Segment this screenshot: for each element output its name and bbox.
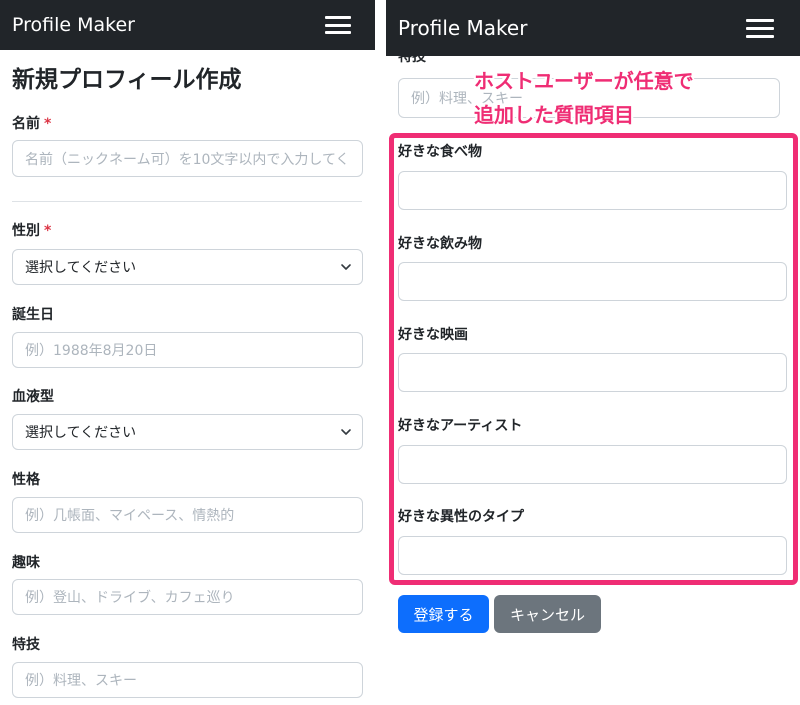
brand-link[interactable]: Profile Maker [12, 14, 135, 36]
name-input[interactable]: 名前（ニックネーム可）を10文字以内で入力してく [12, 140, 363, 177]
blood-type-select-value: 選択してください [25, 425, 137, 441]
name-label-text: 名前 [12, 116, 40, 132]
blood-type-label: 血液型 [12, 389, 54, 405]
annotation-line-1: ホストユーザーが任意で [474, 69, 694, 93]
required-mark: * [44, 223, 52, 239]
hobby-label: 趣味 [12, 555, 40, 571]
navbar: Profile Maker [0, 0, 375, 50]
personality-placeholder: 例）几帳面、マイペース、情熱的 [25, 508, 235, 524]
gender-label-text: 性別 [12, 223, 40, 239]
navbar: Profile Maker [386, 0, 800, 56]
hobby-input[interactable]: 例）登山、ドライブ、カフェ巡り [12, 579, 363, 615]
chevron-down-icon [341, 429, 351, 435]
name-placeholder: 名前（ニックネーム可）を10文字以内で入力してく [25, 151, 350, 168]
cancel-button[interactable]: キャンセル [494, 595, 601, 633]
birthday-label: 誕生日 [12, 307, 54, 323]
name-label: 名前 * [12, 113, 51, 133]
left-screen: Profile Maker 新規プロフィール作成 名前 * 名前（ニックネーム可）… [0, 0, 375, 705]
skill-label: 特技 [12, 637, 40, 653]
personality-label: 性格 [12, 472, 40, 488]
register-button[interactable]: 登録する [398, 595, 489, 633]
blood-type-select[interactable]: 選択してください [12, 414, 363, 450]
skill-input[interactable]: 例）料理、スキー [12, 662, 363, 698]
gender-select[interactable]: 選択してください [12, 249, 363, 285]
birthday-input[interactable]: 例）1988年8月20日 [12, 332, 363, 368]
personality-input[interactable]: 例）几帳面、マイペース、情熱的 [12, 497, 363, 533]
divider [12, 201, 362, 202]
custom-questions-highlight [389, 133, 798, 585]
brand-link[interactable]: Profile Maker [398, 16, 527, 40]
gender-label: 性別 * [12, 220, 51, 240]
gender-select-value: 選択してください [25, 260, 137, 276]
menu-icon[interactable] [746, 18, 774, 38]
annotation-line-2: 追加した質問項目 [474, 103, 634, 127]
chevron-down-icon [341, 264, 351, 270]
birthday-placeholder: 例）1988年8月20日 [25, 343, 158, 359]
page-title: 新規プロフィール作成 [12, 67, 242, 93]
menu-icon[interactable] [325, 16, 351, 34]
annotation-callout: ホストユーザーが任意で 追加した質問項目 [474, 64, 694, 132]
hobby-placeholder: 例）登山、ドライブ、カフェ巡り [25, 590, 235, 606]
required-mark: * [44, 116, 52, 132]
skill-placeholder: 例）料理、スキー [25, 673, 137, 689]
